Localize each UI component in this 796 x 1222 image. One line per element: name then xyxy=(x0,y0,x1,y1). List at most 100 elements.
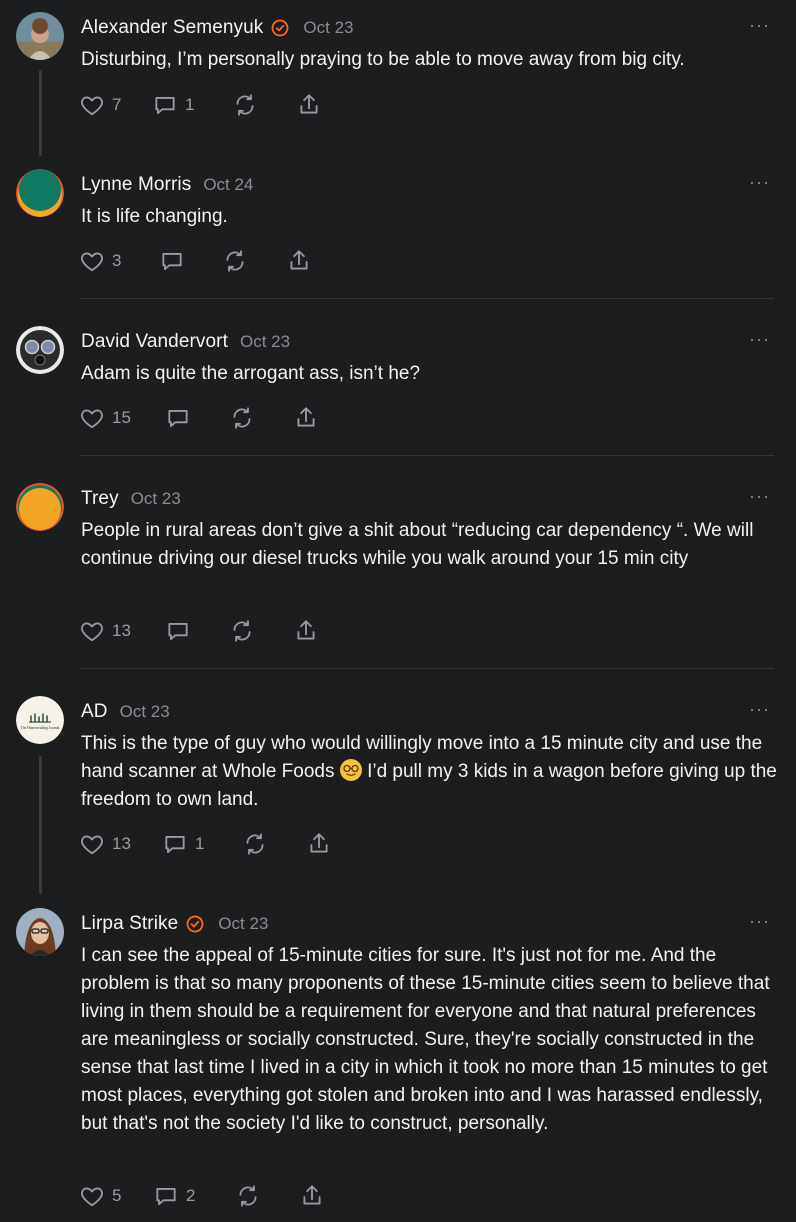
like-count: 13 xyxy=(112,621,131,640)
heart-icon xyxy=(81,622,103,642)
comment-text: Adam is quite the arrogant ass, isn’t he… xyxy=(81,363,421,384)
comment-item: David Vandervort Oct 23 ··· Adam is quit… xyxy=(0,314,796,456)
restack-button[interactable] xyxy=(235,1183,299,1209)
restack-button[interactable] xyxy=(229,618,293,644)
reply-button[interactable] xyxy=(159,248,222,274)
comment-date: Oct 24 xyxy=(203,175,254,194)
comment-date: Oct 23 xyxy=(218,914,269,933)
like-count: 13 xyxy=(112,834,131,853)
like-count: 15 xyxy=(112,408,131,427)
avatar[interactable] xyxy=(16,483,64,531)
comment-text: People in rural areas don’t give a shit … xyxy=(81,520,754,569)
comment-header: Trey Oct 23 xyxy=(81,485,181,513)
more-options-icon[interactable]: ··· xyxy=(749,487,770,505)
share-icon xyxy=(297,407,315,427)
comment-actions: 15 xyxy=(79,404,319,432)
share-icon xyxy=(290,250,308,270)
comment-icon xyxy=(162,253,182,271)
restack-icon xyxy=(236,94,254,116)
restack-button[interactable] xyxy=(242,831,306,857)
heart-icon xyxy=(81,1187,103,1207)
comment-header: Lirpa Strike Oct 23 xyxy=(81,910,268,938)
avatar[interactable] xyxy=(16,169,64,217)
comment-actions: 3 xyxy=(79,247,312,275)
reply-button[interactable] xyxy=(165,618,229,644)
comment-item: Alexander Semenyuk Oct 23 ··· Disturbing… xyxy=(0,0,796,156)
restack-icon xyxy=(233,407,251,429)
restack-button[interactable] xyxy=(229,405,293,431)
comment-text: I can see the appeal of 15-minute cities… xyxy=(81,945,770,1134)
restack-icon xyxy=(246,833,264,855)
heart-icon xyxy=(81,835,103,855)
comment-icon xyxy=(156,1188,176,1206)
smiling-face-with-glasses-icon xyxy=(339,759,362,781)
share-button[interactable] xyxy=(286,248,312,274)
author-name[interactable]: Alexander Semenyuk xyxy=(81,17,263,39)
restack-button[interactable] xyxy=(222,248,286,274)
like-count: 7 xyxy=(112,95,122,114)
author-name[interactable]: AD xyxy=(81,701,108,723)
share-button[interactable] xyxy=(299,1183,325,1209)
comment-icon xyxy=(155,97,175,115)
like-button[interactable]: 7 xyxy=(79,92,152,118)
restack-icon xyxy=(233,620,251,642)
reply-count: 1 xyxy=(195,834,205,853)
comment-text: Disturbing, I’m personally praying to be… xyxy=(81,49,685,70)
like-button[interactable]: 15 xyxy=(79,405,165,431)
comment-header: David Vandervort Oct 23 xyxy=(81,328,290,356)
avatar-logo-text: The Homesteading Journal xyxy=(21,726,60,730)
comment-item: The Homesteading Journal AD Oct 23 ··· T… xyxy=(0,684,796,896)
reply-count: 2 xyxy=(186,1186,196,1205)
more-options-icon[interactable]: ··· xyxy=(749,700,770,718)
share-button[interactable] xyxy=(293,405,319,431)
like-button[interactable]: 13 xyxy=(79,618,165,644)
comment-date: Oct 23 xyxy=(119,702,170,721)
verified-badge-icon xyxy=(186,915,204,933)
restack-icon xyxy=(226,250,244,272)
heart-icon xyxy=(81,96,103,116)
comment-actions: 7 1 xyxy=(79,91,322,119)
comment-feed: Alexander Semenyuk Oct 23 ··· Disturbing… xyxy=(0,0,796,1222)
divider xyxy=(79,298,774,299)
share-button[interactable] xyxy=(306,831,332,857)
like-button[interactable]: 13 xyxy=(79,831,162,857)
reply-button[interactable]: 1 xyxy=(162,831,242,857)
share-icon xyxy=(303,1185,321,1205)
like-button[interactable]: 3 xyxy=(79,248,159,274)
avatar[interactable] xyxy=(16,908,64,956)
comment-date: Oct 23 xyxy=(240,332,291,351)
share-button[interactable] xyxy=(296,92,322,118)
comment-actions: 5 2 xyxy=(79,1182,325,1210)
like-count: 3 xyxy=(112,251,122,270)
reply-count: 1 xyxy=(185,95,195,114)
author-name[interactable]: Trey xyxy=(81,488,119,510)
comment-header: Lynne Morris Oct 24 xyxy=(81,171,253,199)
divider xyxy=(79,455,774,456)
reply-button[interactable]: 1 xyxy=(152,92,232,118)
more-options-icon[interactable]: ··· xyxy=(749,16,770,34)
avatar[interactable]: The Homesteading Journal xyxy=(16,696,64,744)
share-icon xyxy=(297,620,315,640)
share-button[interactable] xyxy=(293,618,319,644)
reply-button[interactable]: 2 xyxy=(153,1183,235,1209)
more-options-icon[interactable]: ··· xyxy=(749,173,770,191)
comment-icon xyxy=(168,623,188,641)
restack-button[interactable] xyxy=(232,92,296,118)
more-options-icon[interactable]: ··· xyxy=(749,330,770,348)
reply-button[interactable] xyxy=(165,405,229,431)
avatar[interactable] xyxy=(16,326,64,374)
heart-icon xyxy=(81,252,103,272)
more-options-icon[interactable]: ··· xyxy=(749,912,770,930)
author-name[interactable]: Lirpa Strike xyxy=(81,913,178,935)
heart-icon xyxy=(81,409,103,429)
comment-date: Oct 23 xyxy=(303,18,354,37)
comment-header: AD Oct 23 xyxy=(81,698,170,726)
author-name[interactable]: David Vandervort xyxy=(81,331,228,353)
author-name[interactable]: Lynne Morris xyxy=(81,174,191,196)
like-button[interactable]: 5 xyxy=(79,1183,153,1209)
comment-actions: 13 xyxy=(79,617,319,645)
comment-actions: 13 1 xyxy=(79,830,332,858)
comment-icon xyxy=(168,410,188,428)
comment-item: Lynne Morris Oct 24 ··· It is life chang… xyxy=(0,157,796,299)
avatar[interactable] xyxy=(16,12,64,60)
